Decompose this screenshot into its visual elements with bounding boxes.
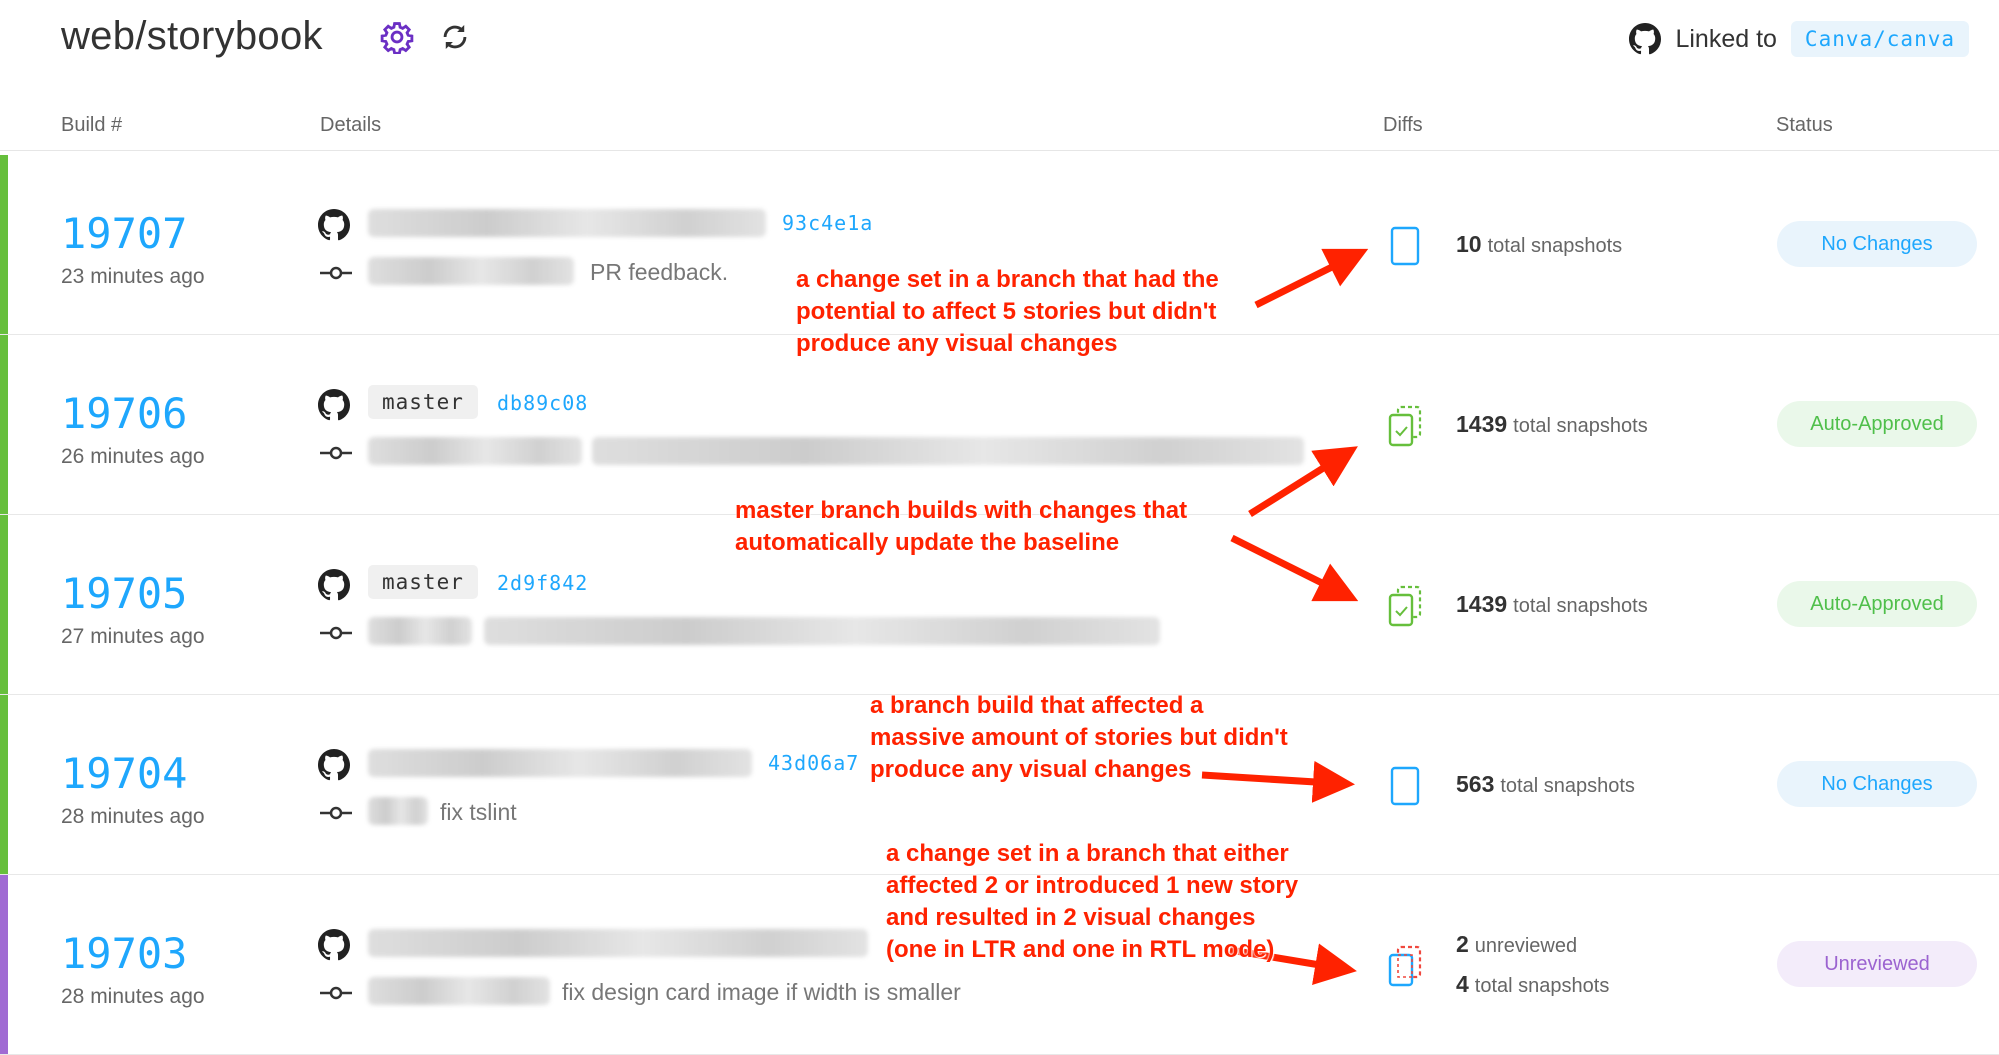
redacted-author	[368, 257, 574, 285]
redacted-branch	[368, 749, 752, 777]
snapshot-stack-red-icon	[1388, 945, 1422, 987]
table-row[interactable]: 19706 26 minutes ago master db89c08 1439…	[0, 335, 1999, 515]
page-title: web/storybook	[61, 14, 323, 58]
annotation-4: a change set in a branch that either aff…	[886, 840, 1299, 963]
status-bar	[0, 155, 8, 334]
redacted-message	[484, 617, 1160, 645]
commit-icon	[320, 626, 352, 640]
redacted-message	[592, 437, 1304, 465]
commit-sha[interactable]: db89c08	[497, 391, 588, 415]
commit-icon	[320, 446, 352, 460]
github-icon	[318, 749, 350, 781]
redacted-author	[368, 977, 550, 1005]
status-bar	[0, 695, 8, 874]
header: web/storybook Linked to Canva/canva	[0, 0, 1999, 80]
gear-icon[interactable]	[380, 20, 414, 54]
build-time: 23 minutes ago	[61, 265, 205, 288]
github-icon	[318, 389, 350, 421]
commit-message: fix design card image if width is smalle…	[562, 979, 961, 1005]
snapshot-count: 4 total snapshots	[1456, 971, 1610, 997]
github-icon	[318, 929, 350, 961]
build-number[interactable]: 19704	[61, 749, 187, 798]
branch-tag[interactable]: master	[368, 385, 478, 419]
commit-sha[interactable]: 93c4e1a	[782, 211, 873, 235]
commit-sha[interactable]: 2d9f842	[497, 571, 588, 595]
annotation-3: a branch build that affected a massive a…	[870, 692, 1288, 783]
github-icon	[318, 569, 350, 601]
status-badge[interactable]: Auto-Approved	[1777, 581, 1977, 627]
snapshot-blue-icon	[1390, 226, 1420, 266]
build-number[interactable]: 19703	[61, 929, 187, 978]
column-header-diffs: Diffs	[1383, 114, 1423, 136]
redacted-branch	[368, 929, 868, 957]
status-bar	[0, 515, 8, 694]
snapshot-count: 563 total snapshots	[1456, 771, 1635, 797]
redacted-author	[368, 617, 472, 645]
github-icon	[318, 209, 350, 241]
redacted-author	[368, 437, 582, 465]
snapshot-blue-icon	[1390, 766, 1420, 806]
build-time: 28 minutes ago	[61, 985, 205, 1008]
build-number[interactable]: 19707	[61, 209, 187, 258]
column-header-status: Status	[1776, 114, 1833, 136]
commit-icon	[320, 986, 352, 1000]
annotation-2: master branch builds with changes that a…	[735, 497, 1188, 556]
linked-repo: Linked to Canva/canva	[1629, 20, 1969, 58]
github-icon	[1629, 23, 1662, 55]
commit-message: fix tslint	[440, 799, 517, 825]
branch-tag[interactable]: master	[368, 565, 478, 599]
column-header-build: Build #	[61, 114, 123, 136]
build-number[interactable]: 19706	[61, 389, 187, 438]
header-divider	[0, 150, 1999, 151]
linked-label: Linked to	[1675, 24, 1777, 53]
commit-sha[interactable]: 43d06a7	[768, 751, 859, 775]
status-bar	[0, 875, 8, 1054]
snapshot-count: 1439 total snapshots	[1456, 411, 1648, 437]
status-badge[interactable]: Auto-Approved	[1777, 401, 1977, 447]
commit-icon	[320, 806, 352, 820]
status-bar	[0, 335, 8, 514]
build-time: 28 minutes ago	[61, 805, 205, 828]
build-time: 27 minutes ago	[61, 625, 205, 648]
refresh-icon[interactable]	[438, 20, 472, 54]
snapshot-stack-green-icon	[1388, 585, 1422, 627]
redacted-author	[368, 797, 428, 825]
repo-link[interactable]: Canva/canva	[1790, 21, 1969, 57]
redacted-branch	[368, 209, 766, 237]
status-badge[interactable]: No Changes	[1777, 761, 1977, 807]
status-badge[interactable]: No Changes	[1777, 221, 1977, 267]
annotation-1: a change set in a branch that had the po…	[796, 266, 1219, 357]
commit-message: PR feedback.	[590, 259, 729, 285]
build-number[interactable]: 19705	[61, 569, 187, 618]
unreviewed-count: 2 unreviewed	[1456, 931, 1578, 957]
status-badge[interactable]: Unreviewed	[1777, 941, 1977, 987]
snapshot-stack-green-icon	[1388, 405, 1422, 447]
column-header-details: Details	[320, 114, 382, 136]
build-time: 26 minutes ago	[61, 445, 205, 468]
snapshot-count: 1439 total snapshots	[1456, 591, 1648, 617]
snapshot-count: 10 total snapshots	[1456, 231, 1623, 257]
commit-icon	[320, 266, 352, 280]
